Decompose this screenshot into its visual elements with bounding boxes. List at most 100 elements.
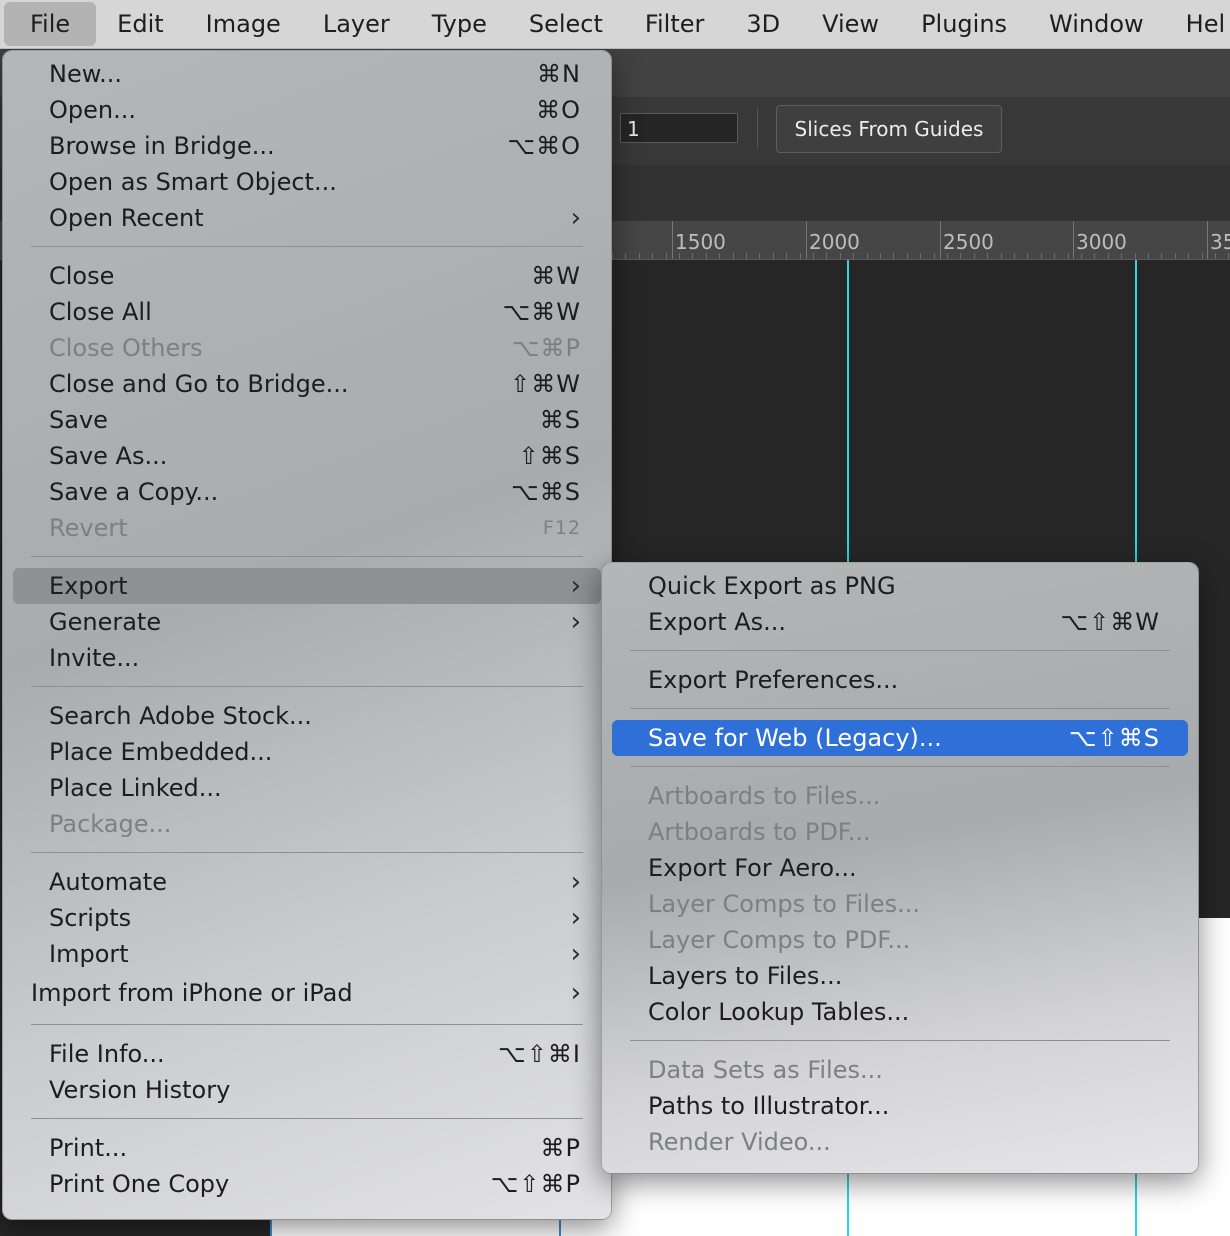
ruler-minor-tick bbox=[733, 253, 734, 259]
ruler-minor-tick bbox=[1215, 253, 1216, 259]
keyboard-shortcut: ⌘O bbox=[536, 96, 581, 124]
export-menu-item-color-lookup-tables[interactable]: Color Lookup Tables... bbox=[602, 994, 1198, 1030]
menubar-item-plugins[interactable]: Plugins bbox=[900, 2, 1028, 46]
ruler-minor-tick bbox=[920, 253, 921, 259]
file-menu-item-search-adobe-stock[interactable]: Search Adobe Stock... bbox=[3, 698, 611, 734]
ruler-minor-tick bbox=[1121, 253, 1122, 259]
menu-item-label: Open... bbox=[49, 96, 136, 124]
keyboard-shortcut: ⌥⌘W bbox=[502, 298, 581, 326]
menubar-item-image[interactable]: Image bbox=[185, 2, 302, 46]
file-menu-item-version-history[interactable]: Version History bbox=[3, 1072, 611, 1108]
menu-item-label: Color Lookup Tables... bbox=[648, 998, 910, 1026]
file-menu-item-export[interactable]: Export › bbox=[13, 568, 601, 604]
menu-item-label: Print... bbox=[49, 1134, 128, 1162]
file-menu-item-open[interactable]: Open... ⌘O bbox=[3, 92, 611, 128]
menu-separator bbox=[630, 708, 1170, 709]
keyboard-shortcut: ⌥⇧⌘I bbox=[498, 1040, 581, 1068]
file-menu-item-invite[interactable]: Invite... bbox=[3, 640, 611, 676]
menubar-item-window[interactable]: Window bbox=[1028, 2, 1165, 46]
file-menu-item-print[interactable]: Print... ⌘P bbox=[3, 1130, 611, 1166]
file-menu-item-automate[interactable]: Automate › bbox=[3, 864, 611, 900]
menu-item-label: Close Others bbox=[49, 334, 203, 362]
menu-item-label: Import from iPhone or iPad bbox=[31, 979, 353, 1007]
file-menu-item-print-one-copy[interactable]: Print One Copy ⌥⇧⌘P bbox=[3, 1166, 611, 1202]
menubar-item-select[interactable]: Select bbox=[508, 2, 624, 46]
keyboard-shortcut: ⇧⌘S bbox=[518, 442, 581, 470]
file-menu-item-browse-in-bridge[interactable]: Browse in Bridge... ⌥⌘O bbox=[3, 128, 611, 164]
menubar-item-type[interactable]: Type bbox=[411, 2, 508, 46]
menu-bar: File Edit Image Layer Type Select Filter 3D View… bbox=[0, 0, 1230, 49]
export-menu-item-save-for-web-legacy[interactable]: Save for Web (Legacy)... ⌥⇧⌘S bbox=[612, 720, 1188, 756]
file-menu-item-import[interactable]: Import › bbox=[3, 936, 611, 972]
menu-item-label: Open as Smart Object... bbox=[49, 168, 337, 196]
file-menu-item-package: Package... bbox=[3, 806, 611, 842]
file-menu-item-file-info[interactable]: File Info... ⌥⇧⌘I bbox=[3, 1036, 611, 1072]
export-menu-item-render-video: Render Video... bbox=[602, 1124, 1198, 1160]
file-menu-item-place-linked[interactable]: Place Linked... bbox=[3, 770, 611, 806]
menu-item-label: Save As... bbox=[49, 442, 168, 470]
file-menu-item-close-all[interactable]: Close All ⌥⌘W bbox=[3, 294, 611, 330]
file-menu-item-save-a-copy[interactable]: Save a Copy... ⌥⌘S bbox=[3, 474, 611, 510]
menubar-item-3d[interactable]: 3D bbox=[725, 2, 801, 46]
file-menu-item-scripts[interactable]: Scripts › bbox=[3, 900, 611, 936]
file-menu-item-generate[interactable]: Generate › bbox=[3, 604, 611, 640]
menubar-item-filter[interactable]: Filter bbox=[624, 2, 725, 46]
ruler-major-tick bbox=[806, 221, 807, 259]
file-menu-item-save-as[interactable]: Save As... ⇧⌘S bbox=[3, 438, 611, 474]
export-menu-item-artboards-to-files: Artboards to Files... bbox=[602, 778, 1198, 814]
file-menu-item-new[interactable]: New... ⌘N bbox=[3, 56, 611, 92]
menu-item-label: Export bbox=[49, 572, 128, 600]
export-menu-item-export-for-aero[interactable]: Export For Aero... bbox=[602, 850, 1198, 886]
export-menu-item-layer-comps-to-files: Layer Comps to Files... bbox=[602, 886, 1198, 922]
file-menu-item-close-and-go-to-bridge[interactable]: Close and Go to Bridge... ⇧⌘W bbox=[3, 366, 611, 402]
menubar-item-edit[interactable]: Edit bbox=[96, 2, 184, 46]
export-menu-item-export-as[interactable]: Export As... ⌥⇧⌘W bbox=[602, 604, 1198, 640]
menubar-item-view[interactable]: View bbox=[801, 2, 900, 46]
menu-item-label: Open Recent bbox=[49, 204, 204, 232]
file-menu-item-open-as-smart-object[interactable]: Open as Smart Object... bbox=[3, 164, 611, 200]
menu-item-label: Place Linked... bbox=[49, 774, 222, 802]
export-menu-item-layers-to-files[interactable]: Layers to Files... bbox=[602, 958, 1198, 994]
export-menu-item-paths-to-illustrator[interactable]: Paths to Illustrator... bbox=[602, 1088, 1198, 1124]
menubar-item-hel[interactable]: Hel bbox=[1165, 2, 1230, 46]
menu-item-label: Layers to Files... bbox=[648, 962, 843, 990]
ruler-minor-tick bbox=[1014, 253, 1015, 259]
keyboard-shortcut: ⌥⌘S bbox=[511, 478, 581, 506]
menubar-item-file[interactable]: File bbox=[4, 2, 97, 46]
file-menu-item-open-recent[interactable]: Open Recent › bbox=[3, 200, 611, 236]
export-menu-item-artboards-to-pdf: Artboards to PDF... bbox=[602, 814, 1198, 850]
menu-item-label: Automate bbox=[49, 868, 167, 896]
ruler-minor-tick bbox=[1068, 253, 1069, 259]
ruler-minor-tick bbox=[800, 253, 801, 259]
export-menu-item-quick-export-as-png[interactable]: Quick Export as PNG bbox=[602, 568, 1198, 604]
ruler-minor-tick bbox=[974, 253, 975, 259]
ruler-minor-tick bbox=[947, 253, 948, 259]
ruler-label: 1500 bbox=[675, 230, 726, 254]
menu-item-label: Package... bbox=[49, 810, 172, 838]
keyboard-shortcut: ⌥⌘O bbox=[507, 132, 581, 160]
ruler-minor-tick bbox=[1001, 253, 1002, 259]
file-menu-item-place-embedded[interactable]: Place Embedded... bbox=[3, 734, 611, 770]
ruler-minor-tick bbox=[612, 253, 613, 259]
menu-item-label: Browse in Bridge... bbox=[49, 132, 275, 160]
slices-from-guides-button[interactable]: Slices From Guides bbox=[776, 105, 1002, 153]
menu-item-label: New... bbox=[49, 60, 123, 88]
file-menu-item-close[interactable]: Close ⌘W bbox=[3, 258, 611, 294]
menubar-item-layer[interactable]: Layer bbox=[302, 2, 411, 46]
export-menu-item-export-preferences[interactable]: Export Preferences... bbox=[602, 662, 1198, 698]
menu-item-label: Data Sets as Files... bbox=[648, 1056, 883, 1084]
menu-item-label: Export Preferences... bbox=[648, 666, 899, 694]
menu-item-label: Quick Export as PNG bbox=[648, 572, 896, 600]
menu-item-label: Paths to Illustrator... bbox=[648, 1092, 890, 1120]
ruler-minor-tick bbox=[1148, 253, 1149, 259]
ruler-minor-tick bbox=[840, 253, 841, 259]
chevron-right-icon: › bbox=[570, 978, 581, 1008]
file-menu-item-import-from-iphone-or-ipad[interactable]: Import from iPhone or iPad › bbox=[3, 972, 611, 1014]
file-menu-item-save[interactable]: Save ⌘S bbox=[3, 402, 611, 438]
ruler-major-tick bbox=[1207, 221, 1208, 259]
file-menu-item-revert: Revert F12 bbox=[3, 510, 611, 546]
ruler-minor-tick bbox=[1228, 253, 1229, 259]
keyboard-shortcut: ⌘P bbox=[540, 1134, 581, 1162]
ruler-minor-tick bbox=[786, 253, 787, 259]
slice-count-input[interactable]: 1 bbox=[620, 113, 738, 143]
